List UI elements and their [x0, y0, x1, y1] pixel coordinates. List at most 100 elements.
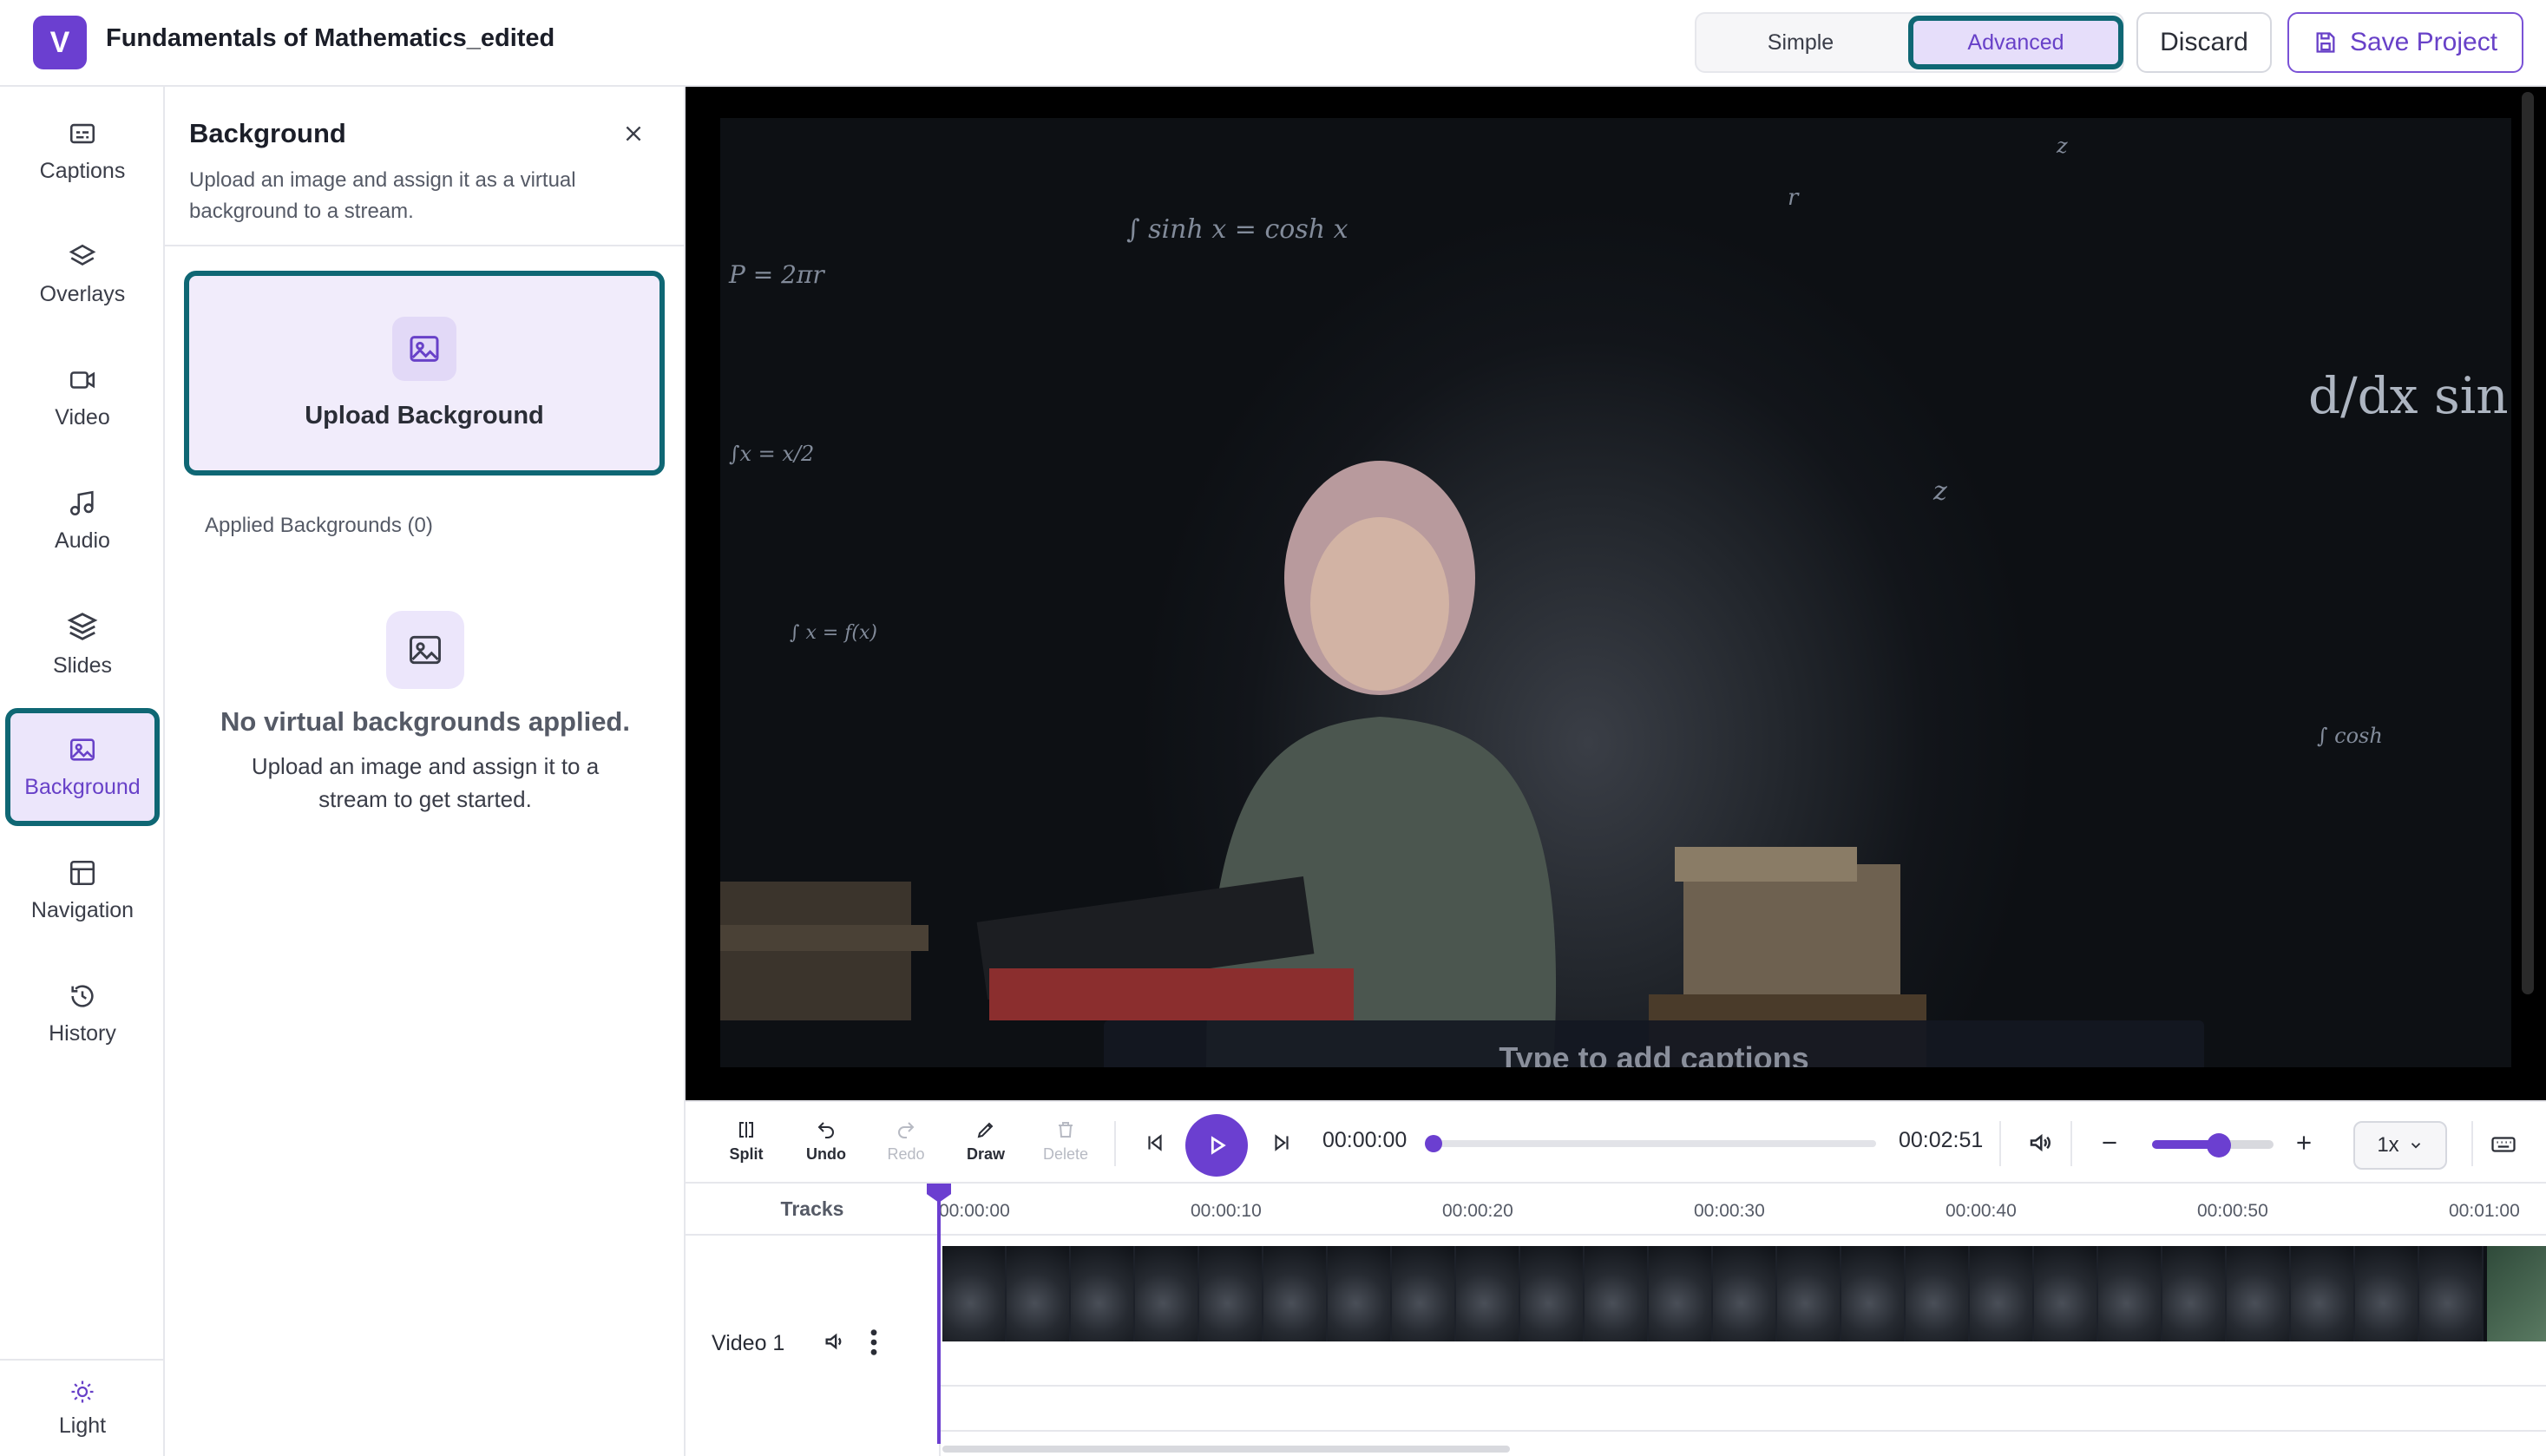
- close-panel-button[interactable]: [616, 116, 651, 151]
- app-header: V Fundamentals of Mathematics_edited Sim…: [0, 0, 2546, 87]
- playhead[interactable]: [937, 1190, 941, 1444]
- keyboard-icon: [2491, 1137, 2516, 1152]
- progress-handle[interactable]: [1425, 1135, 1442, 1152]
- toolbar-divider: [2070, 1121, 2072, 1166]
- sidebar-label-history: History: [49, 1020, 116, 1046]
- zoom-out-button[interactable]: [2098, 1131, 2121, 1158]
- playback-speed-select[interactable]: 1x: [2353, 1121, 2447, 1170]
- panel-description: Upload an image and assign it as a virtu…: [189, 168, 576, 223]
- clip-thumbnail: [2355, 1246, 2419, 1341]
- sidebar-item-video[interactable]: Video: [5, 338, 160, 456]
- clip-thumbnail: [1520, 1246, 1585, 1341]
- track-mute-button[interactable]: [823, 1329, 847, 1358]
- undo-icon: [817, 1122, 834, 1138]
- volume-button[interactable]: [2027, 1130, 2053, 1160]
- svg-text:P = 2πr: P = 2πr: [728, 260, 825, 289]
- upload-image-icon: [392, 316, 456, 381]
- playback-speed-value: 1x: [2377, 1133, 2399, 1157]
- skip-back-button[interactable]: [1144, 1131, 1166, 1158]
- zoom-in-button[interactable]: [2293, 1131, 2315, 1158]
- music-note-icon: [69, 490, 94, 515]
- undo-button[interactable]: Undo: [790, 1119, 863, 1171]
- video-clip[interactable]: [942, 1246, 2487, 1341]
- ruler-tick: 00:00:40: [1946, 1201, 2017, 1221]
- split-button[interactable]: Split: [710, 1119, 783, 1171]
- sidebar-label-audio: Audio: [55, 528, 110, 553]
- clip-thumbnail: [1071, 1246, 1135, 1341]
- more-vertical-icon: [870, 1329, 877, 1355]
- sidebar-label-captions: Captions: [39, 158, 126, 183]
- play-button[interactable]: [1185, 1114, 1248, 1177]
- sidebar-item-captions[interactable]: Captions: [5, 92, 160, 210]
- empty-state-image-icon: [386, 611, 464, 689]
- upload-background-label: Upload Background: [305, 401, 544, 430]
- track-row-divider: [939, 1385, 2546, 1387]
- svg-text:∫ x = f(x): ∫ x = f(x): [790, 622, 877, 644]
- clip-thumbnail: [1456, 1246, 1520, 1341]
- clip-thumbnail: [1392, 1246, 1456, 1341]
- app-logo[interactable]: V: [33, 16, 87, 69]
- sidebar-item-history[interactable]: History: [5, 954, 160, 1072]
- sidebar-item-overlays[interactable]: Overlays: [5, 215, 160, 333]
- pencil-icon: [977, 1122, 994, 1138]
- sidebar-item-navigation[interactable]: Navigation: [5, 831, 160, 949]
- save-project-button[interactable]: Save Project: [2287, 12, 2523, 73]
- progress-bar[interactable]: [1432, 1140, 1876, 1147]
- duration-time: 00:02:51: [1899, 1128, 1984, 1152]
- layers-icon: [69, 244, 96, 266]
- svg-text:r: r: [1788, 185, 1800, 211]
- theme-toggle[interactable]: Light: [0, 1359, 165, 1456]
- applied-backgrounds-label: Applied Backgrounds (0): [205, 514, 433, 537]
- clip-thumbnail: [2227, 1246, 2291, 1341]
- tracks-header: Tracks: [686, 1184, 939, 1236]
- left-sidebar: Captions Overlays Video Audio Slides Bac…: [0, 87, 165, 1456]
- close-icon: [626, 126, 641, 141]
- upload-background-button[interactable]: Upload Background: [184, 271, 665, 475]
- clip-thumbnail: [1135, 1246, 1199, 1341]
- zoom-slider-handle[interactable]: [2207, 1133, 2231, 1158]
- sun-icon: [71, 1381, 94, 1402]
- timeline-scrollbar[interactable]: [942, 1446, 1510, 1453]
- sidebar-label-navigation: Navigation: [30, 897, 135, 922]
- clip-thumbnail: [2162, 1246, 2227, 1341]
- image-icon: [69, 738, 95, 761]
- play-icon: [1211, 1136, 1226, 1155]
- caption-input[interactable]: Type to add captions: [1104, 1020, 2204, 1067]
- sidebar-item-slides[interactable]: Slides: [5, 585, 160, 703]
- plus-icon: [2297, 1136, 2311, 1150]
- delete-button[interactable]: Delete: [1029, 1119, 1102, 1171]
- chevron-down-icon: [2411, 1143, 2420, 1149]
- redo-button[interactable]: Redo: [869, 1119, 942, 1171]
- clip-thumbnail: [1841, 1246, 1906, 1341]
- clip-thumbnail: [1970, 1246, 2034, 1341]
- timeline-ruler[interactable]: 00:00:00 00:00:10 00:00:20 00:00:30 00:0…: [939, 1184, 2546, 1236]
- skip-forward-button[interactable]: [1270, 1131, 1293, 1158]
- video-scene-illustration: ∫ sinh x = cosh x P = 2πr ∫x = x/2 ∫ x =…: [720, 134, 2511, 1067]
- clip-thumbnail: [1713, 1246, 1777, 1341]
- clip-thumbnail: [1328, 1246, 1392, 1341]
- svg-text:z: z: [2056, 134, 2068, 158]
- clip-thumbnail: [1007, 1246, 1071, 1341]
- mode-advanced-button[interactable]: Advanced: [1908, 16, 2123, 69]
- mode-simple-button[interactable]: Simple: [1696, 14, 1905, 71]
- track-options-button[interactable]: [868, 1328, 880, 1361]
- discard-button[interactable]: Discard: [2136, 12, 2272, 73]
- sidebar-item-audio[interactable]: Audio: [5, 462, 160, 580]
- empty-state-description: Upload an image and assign it to a strea…: [251, 753, 600, 812]
- sidebar-label-slides: Slides: [52, 653, 113, 678]
- keyboard-shortcuts-button[interactable]: [2490, 1131, 2516, 1162]
- video-stage: ∫ sinh x = cosh x P = 2πr ∫x = x/2 ∫ x =…: [686, 87, 2546, 1100]
- ruler-tick: 00:01:00: [2449, 1201, 2520, 1221]
- ruler-tick: 00:00:20: [1442, 1201, 1513, 1221]
- video-clip-next[interactable]: [2487, 1246, 2546, 1341]
- background-panel: Background Upload an image and assign it…: [165, 87, 686, 1456]
- draw-button[interactable]: Draw: [949, 1119, 1022, 1171]
- mode-toggle: Simple Advanced: [1695, 12, 2124, 73]
- video-preview[interactable]: ∫ sinh x = cosh x P = 2πr ∫x = x/2 ∫ x =…: [720, 118, 2511, 1067]
- redo-label: Redo: [887, 1145, 925, 1163]
- preview-scrollbar[interactable]: [2522, 92, 2534, 994]
- ruler-tick: 00:00:50: [2197, 1201, 2268, 1221]
- ruler-tick: 00:00:00: [939, 1201, 1010, 1221]
- sidebar-item-background[interactable]: Background: [5, 708, 160, 826]
- clip-thumbnail: [2419, 1246, 2484, 1341]
